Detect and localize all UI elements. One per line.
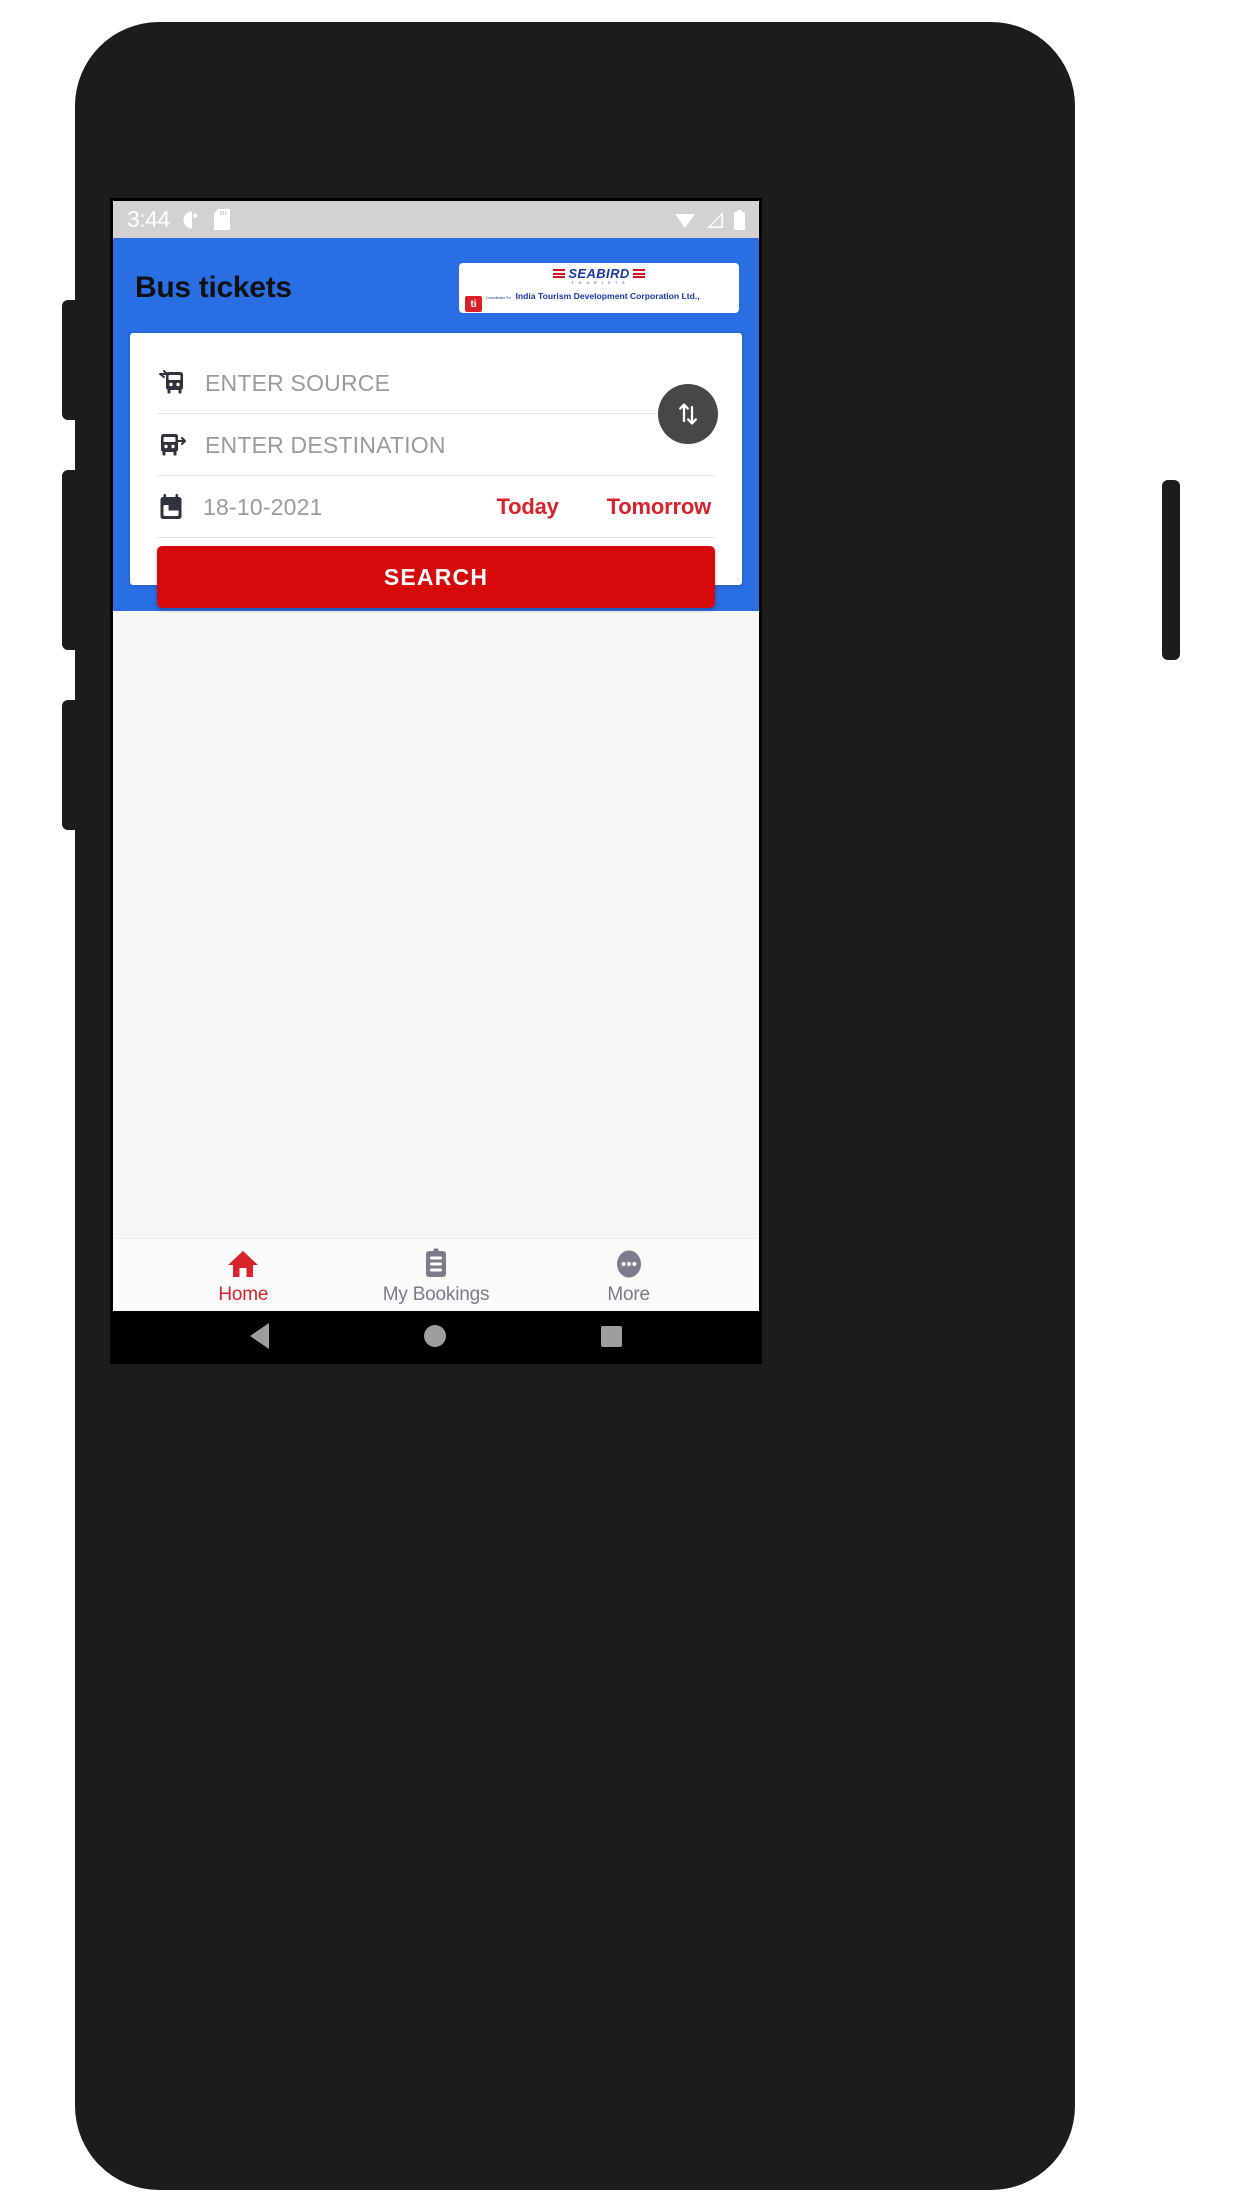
app-header: Bus tickets SEABIRD T O U R I S T S ti C… bbox=[113, 238, 759, 611]
seabird-logo: SEABIRD T O U R I S T S ti Consolidator … bbox=[459, 263, 739, 313]
phone-screen: 3:44 Bus tickets SEABIRD T O U R I S T S… bbox=[110, 198, 762, 1364]
date-field[interactable]: 18-10-2021 Today Tomorrow bbox=[157, 477, 715, 538]
logo-brand-text: SEABIRD bbox=[568, 266, 630, 281]
nav-label-home: Home bbox=[218, 1283, 269, 1305]
phone-button-power[interactable] bbox=[1162, 480, 1180, 660]
header-row: Bus tickets SEABIRD T O U R I S T S ti C… bbox=[113, 238, 759, 338]
nav-label-my-bookings: My Bookings bbox=[382, 1283, 490, 1305]
phone-button-left-3[interactable] bbox=[62, 700, 80, 830]
back-triangle-icon[interactable] bbox=[250, 1323, 270, 1349]
bottom-navigation-bar: Home My Bookings More bbox=[113, 1238, 759, 1314]
sd-card-icon bbox=[213, 209, 230, 230]
android-navigation-bar bbox=[113, 1311, 759, 1361]
clipboard-icon bbox=[425, 1248, 446, 1277]
home-circle-icon[interactable] bbox=[423, 1325, 446, 1347]
nav-item-home[interactable]: Home bbox=[183, 1248, 303, 1306]
phone-button-left-2[interactable] bbox=[62, 470, 80, 650]
logo-bars-left bbox=[553, 269, 566, 278]
search-card: ENTER SOURCE ENTER DESTINATION 18-10-202… bbox=[130, 333, 742, 608]
content-empty-area bbox=[113, 611, 759, 1238]
date-value: 18-10-2021 bbox=[203, 493, 323, 520]
bus-arrive-icon bbox=[159, 370, 183, 394]
status-bar-right bbox=[674, 209, 745, 230]
do-not-disturb-icon bbox=[183, 211, 201, 228]
tomorrow-button[interactable]: Tomorrow bbox=[607, 494, 712, 520]
cellular-signal-icon bbox=[707, 211, 723, 228]
nav-item-more[interactable]: More bbox=[569, 1248, 689, 1306]
recents-square-icon[interactable] bbox=[600, 1325, 622, 1347]
today-button[interactable]: Today bbox=[497, 494, 559, 520]
bus-depart-icon bbox=[161, 434, 186, 456]
swap-source-destination-button[interactable] bbox=[658, 384, 718, 444]
logo-brand-subtext: T O U R I S T S bbox=[571, 280, 627, 285]
swap-vertical-icon bbox=[679, 403, 697, 425]
quick-date-group: Today Tomorrow bbox=[497, 494, 715, 520]
logo-itdc-row: ti Consolidator For India Tourism Develo… bbox=[465, 286, 733, 313]
source-placeholder: ENTER SOURCE bbox=[205, 369, 391, 396]
status-clock: 3:44 bbox=[127, 206, 170, 232]
screenshot-root: 3:44 Bus tickets SEABIRD T O U R I S T S… bbox=[0, 0, 1242, 2208]
home-icon bbox=[228, 1250, 259, 1277]
destination-placeholder: ENTER DESTINATION bbox=[205, 431, 446, 458]
logo-brand-row: SEABIRD bbox=[465, 266, 733, 281]
calendar-icon bbox=[160, 494, 182, 519]
nav-label-more: More bbox=[607, 1283, 650, 1305]
logo-itdc-text: Consolidator For India Tourism Developme… bbox=[486, 286, 733, 313]
app-viewport: Bus tickets SEABIRD T O U R I S T S ti C… bbox=[113, 238, 759, 1314]
logo-itdc-main: India Tourism Development Corporation Lt… bbox=[515, 291, 700, 302]
status-bar-left: 3:44 bbox=[127, 208, 230, 231]
battery-icon bbox=[734, 209, 745, 230]
more-ellipsis-icon bbox=[616, 1250, 641, 1277]
destination-field[interactable]: ENTER DESTINATION bbox=[157, 415, 715, 476]
itdc-emblem-icon: ti bbox=[465, 296, 482, 313]
logo-bars-right bbox=[632, 269, 645, 278]
status-bar: 3:44 bbox=[113, 201, 759, 238]
phone-button-left-1[interactable] bbox=[62, 300, 80, 420]
page-title: Bus tickets bbox=[135, 271, 292, 304]
logo-itdc-pre: Consolidator For bbox=[486, 296, 512, 301]
search-button[interactable]: SEARCH bbox=[157, 546, 715, 608]
source-field[interactable]: ENTER SOURCE bbox=[157, 353, 715, 414]
nav-item-my-bookings[interactable]: My Bookings bbox=[376, 1248, 496, 1306]
wifi-icon bbox=[675, 213, 695, 228]
